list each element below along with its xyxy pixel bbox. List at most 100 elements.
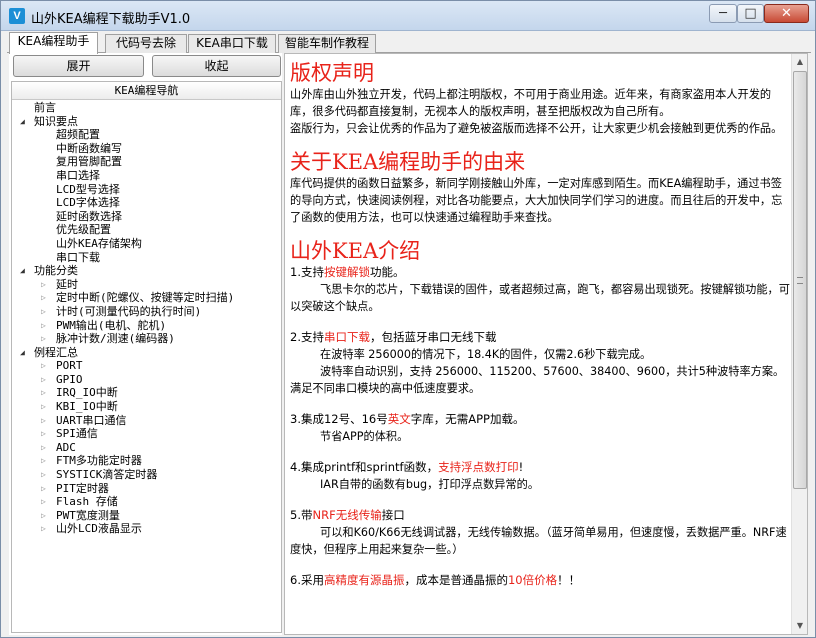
title-bar[interactable]: V 山外KEA编程下载助手V1.0 ─ □ ✕ <box>1 1 815 31</box>
feature-6-heading: 6.采用高精度有源晶振，成本是普通晶振的10倍价格！！ <box>290 572 790 589</box>
tab-strip: KEA编程助手 代码号去除 KEA串口下载 智能车制作教程 <box>7 32 811 54</box>
tree-item-knowledge[interactable]: 复用管脚配置 <box>12 155 281 169</box>
feature-highlight: 支持浮点数打印 <box>438 460 519 474</box>
feature-highlight: 10倍价格 <box>507 573 558 587</box>
feature-text: 字库，无需APP加载。 <box>410 412 525 426</box>
tree-item-example[interactable]: ▷ Flash 存储 <box>12 495 281 509</box>
tree-group-function[interactable]: ◢ 功能分类 <box>12 264 281 278</box>
tree-item-knowledge[interactable]: 山外KEA存储架构 <box>12 237 281 251</box>
feature-2-heading: 2.支持串口下载，包括蓝牙串口无线下载 <box>290 329 790 346</box>
collapsed-arrow-icon[interactable]: ▷ <box>41 278 46 292</box>
feature-text: 接口 <box>381 508 405 522</box>
vertical-scrollbar[interactable]: ▲ ▼ <box>791 54 807 634</box>
feature-5-heading: 5.带NRF无线传输接口 <box>290 507 790 524</box>
tree-item-knowledge[interactable]: LCD型号选择 <box>12 183 281 197</box>
tree-item-example[interactable]: ▷ GPIO <box>12 373 281 387</box>
collapsed-arrow-icon[interactable]: ▷ <box>41 522 46 536</box>
tree-item-function[interactable]: ▷ 定时中断(陀螺仪、按键等定时扫描) <box>12 291 281 305</box>
tree-group-knowledge[interactable]: ◢ 知识要点 <box>12 115 281 129</box>
collapsed-arrow-icon[interactable]: ▷ <box>41 509 46 523</box>
scrollbar-thumb[interactable] <box>793 71 807 489</box>
tree-item-knowledge[interactable]: 优先级配置 <box>12 223 281 237</box>
tree-item-example[interactable]: ▷ ADC <box>12 441 281 455</box>
tree-item-label: Flash 存储 <box>56 495 118 509</box>
tree-item-label: ADC <box>56 440 76 454</box>
tree-group-label: 功能分类 <box>34 264 78 278</box>
tree-item-knowledge[interactable]: 串口选择 <box>12 169 281 183</box>
feature-4-heading: 4.集成printf和sprintf函数，支持浮点数打印! <box>290 459 790 476</box>
tree-group-label: 知识要点 <box>34 114 78 128</box>
tree-item-label: PORT <box>56 359 83 373</box>
expanded-arrow-icon[interactable]: ◢ <box>20 115 25 129</box>
collapsed-arrow-icon[interactable]: ▷ <box>41 386 46 400</box>
tab-smart-car-tutorial[interactable]: 智能车制作教程 <box>278 34 376 53</box>
tree-item-function[interactable]: ▷ PWM输出(电机、舵机) <box>12 319 281 333</box>
tree-item-label: 山外LCD液晶显示 <box>56 522 142 536</box>
tree-item-function[interactable]: ▷ 脉冲计数/测速(编码器) <box>12 332 281 346</box>
tree-item-example[interactable]: ▷ PIT定时器 <box>12 482 281 496</box>
collapsed-arrow-icon[interactable]: ▷ <box>41 427 46 441</box>
feature-3-heading: 3.集成12号、16号英文字库，无需APP加载。 <box>290 411 790 428</box>
collapsed-arrow-icon[interactable]: ▷ <box>41 441 46 455</box>
feature-text: 功能。 <box>369 265 405 279</box>
tree-item-label: 脉冲计数/测速(编码器) <box>56 332 175 346</box>
tree-item-label: IRQ_IO中断 <box>56 386 118 400</box>
app-logo-icon: V <box>9 8 25 24</box>
tree-item-example[interactable]: ▷ SPI通信 <box>12 427 281 441</box>
tree-item-function[interactable]: ▷ 计时(可测量代码的执行时间) <box>12 305 281 319</box>
minimize-button[interactable]: ─ <box>709 4 737 23</box>
tree-item-knowledge[interactable]: 超频配置 <box>12 128 281 142</box>
tree-item-knowledge[interactable]: 延时函数选择 <box>12 210 281 224</box>
feature-text: 5.带 <box>290 508 313 522</box>
close-button[interactable]: ✕ <box>764 4 809 23</box>
scrollbar-grip <box>797 277 803 284</box>
expand-all-button[interactable]: 展开 <box>13 55 144 77</box>
collapsed-arrow-icon[interactable]: ▷ <box>41 291 46 305</box>
collapse-all-button[interactable]: 收起 <box>152 55 281 77</box>
collapsed-arrow-icon[interactable]: ▷ <box>41 482 46 496</box>
scroll-down-arrow-icon[interactable]: ▼ <box>792 618 807 634</box>
maximize-button[interactable]: □ <box>737 4 764 23</box>
tree-item-knowledge[interactable]: 串口下载 <box>12 251 281 265</box>
tab-kea-serial-download[interactable]: KEA串口下载 <box>188 34 276 53</box>
collapsed-arrow-icon[interactable]: ▷ <box>41 332 46 346</box>
collapsed-arrow-icon[interactable]: ▷ <box>41 319 46 333</box>
feature-text: ! <box>518 460 524 474</box>
tree-item-example[interactable]: ▷ 山外LCD液晶显示 <box>12 522 281 536</box>
copyright-paragraph-1: 山外库由山外独立开发，代码上都注明版权，不可用于商业用途。近年来，有商家盗用本人… <box>290 88 772 118</box>
tree-item-example[interactable]: ▷ SYSTICK滴答定时器 <box>12 468 281 482</box>
feature-text: 1.支持 <box>290 265 324 279</box>
tree-group-examples[interactable]: ◢ 例程汇总 <box>12 346 281 360</box>
feature-5-body: 可以和K60/K66无线调试器，无线传输数据。（蓝牙简单易用，但速度慢，丢数据严… <box>290 526 787 556</box>
expanded-arrow-icon[interactable]: ◢ <box>20 346 25 360</box>
tree-item-label: 计时(可测量代码的执行时间) <box>56 304 202 318</box>
tab-code-remover[interactable]: 代码号去除 <box>105 34 187 53</box>
expanded-arrow-icon[interactable]: ◢ <box>20 264 25 278</box>
tree-item-example[interactable]: ▷ PWT宽度测量 <box>12 509 281 523</box>
tab-kea-helper[interactable]: KEA编程助手 <box>9 32 98 54</box>
document-viewer[interactable]: 版权声明 山外库由山外独立开发，代码上都注明版权，不可用于商业用途。近年来，有商… <box>284 53 808 635</box>
collapsed-arrow-icon[interactable]: ▷ <box>41 400 46 414</box>
collapsed-arrow-icon[interactable]: ▷ <box>41 454 46 468</box>
collapsed-arrow-icon[interactable]: ▷ <box>41 468 46 482</box>
collapsed-arrow-icon[interactable]: ▷ <box>41 495 46 509</box>
collapsed-arrow-icon[interactable]: ▷ <box>41 305 46 319</box>
tree-item-label: SPI通信 <box>56 427 98 441</box>
collapsed-arrow-icon[interactable]: ▷ <box>41 373 46 387</box>
tree-item-example[interactable]: ▷ PORT <box>12 359 281 373</box>
tree-item-example[interactable]: ▷ IRQ_IO中断 <box>12 386 281 400</box>
collapsed-arrow-icon[interactable]: ▷ <box>41 414 46 428</box>
tree-item-label: UART串口通信 <box>56 413 127 427</box>
tree-item-example[interactable]: ▷ KBI_IO中断 <box>12 400 281 414</box>
tree-item-knowledge[interactable]: LCD字体选择 <box>12 196 281 210</box>
scroll-up-arrow-icon[interactable]: ▲ <box>792 54 807 70</box>
tree-item-knowledge[interactable]: 中断函数编写 <box>12 142 281 156</box>
tree-item-function[interactable]: ▷ 延时 <box>12 278 281 292</box>
tree-item-preface[interactable]: 前言 <box>12 101 281 115</box>
tree-item-example[interactable]: ▷ UART串口通信 <box>12 414 281 428</box>
collapsed-arrow-icon[interactable]: ▷ <box>41 359 46 373</box>
tree-item-example[interactable]: ▷ FTM多功能定时器 <box>12 454 281 468</box>
